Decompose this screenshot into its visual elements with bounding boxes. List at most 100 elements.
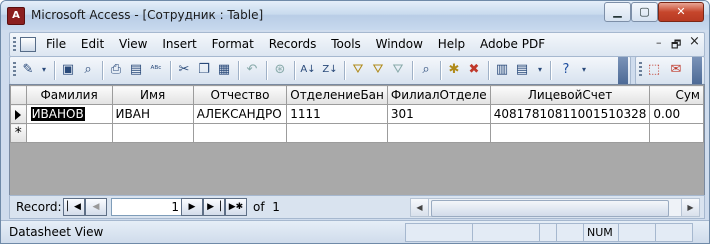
copy-icon[interactable]: ❐ (196, 62, 212, 78)
scroll-right-icon[interactable]: ▶ (681, 199, 699, 216)
help-icon[interactable]: ? (558, 62, 574, 78)
new-record-icon[interactable]: ✱ (446, 62, 462, 78)
table-document-icon[interactable] (20, 37, 36, 52)
hyperlink-icon[interactable]: ⊛ (272, 62, 288, 78)
cell-otdelenie[interactable]: 1111 (286, 104, 388, 124)
menu-help[interactable]: Help (438, 37, 465, 51)
menu-window[interactable]: Window (376, 37, 423, 51)
paste-icon[interactable]: ▦ (216, 62, 232, 78)
doc-restore-button[interactable]: 🗗 (671, 36, 681, 55)
doc-minimize-button[interactable]: – (656, 36, 662, 49)
search-file-icon[interactable]: ⌕ (80, 62, 96, 78)
filter-by-selection-icon[interactable]: ⛛ (350, 62, 366, 78)
toolbar-separator (550, 61, 551, 80)
pdf-icon[interactable]: ⬚ (646, 62, 662, 78)
toolbar-overflow-button[interactable] (692, 57, 702, 84)
cell-otchestvo[interactable]: АЛЕКСАНДРО (192, 104, 288, 124)
menu-file[interactable]: File (46, 37, 66, 51)
cell-sum[interactable]: 0.00 (649, 104, 704, 124)
sort-ascending-icon[interactable]: A↓ (300, 62, 316, 78)
scroll-left-icon[interactable]: ◀ (411, 199, 429, 216)
close-button[interactable]: ✕ (658, 2, 704, 22)
new-cell[interactable] (111, 123, 194, 143)
new-cell[interactable] (25, 123, 113, 143)
new-cell[interactable] (489, 123, 651, 143)
new-object-icon[interactable]: ▤ (514, 62, 530, 78)
cell-familiya[interactable]: ИВАНОВ (25, 104, 113, 124)
view-dropdown-icon[interactable]: ▾ (36, 62, 52, 78)
new-cell[interactable] (386, 123, 491, 143)
previous-record-button[interactable]: ◀ (85, 198, 107, 216)
status-panel (405, 223, 473, 242)
toolbar-separator (54, 61, 55, 80)
column-header-otchestvo[interactable]: Отчество (192, 85, 288, 105)
menu-items: File Edit View Insert Format Records Too… (46, 37, 556, 51)
cut-icon[interactable]: ✂ (176, 62, 192, 78)
new-cell[interactable] (649, 123, 704, 143)
menu-insert[interactable]: Insert (162, 37, 196, 51)
minimize-button[interactable]: ▁ (604, 2, 631, 22)
first-record-button[interactable]: ▏◀ (63, 198, 85, 216)
column-header-sum[interactable]: Сум (649, 85, 704, 105)
record-label: Record: (16, 200, 62, 214)
delete-record-icon[interactable]: ✖ (466, 62, 482, 78)
cell-imya[interactable]: ИВАН (111, 104, 194, 124)
doc-close-button[interactable]: × (689, 34, 700, 49)
record-selector[interactable] (10, 104, 27, 124)
print-icon[interactable]: ⎙ (108, 62, 124, 78)
sort-descending-icon[interactable]: Z↓ (322, 62, 338, 78)
menu-records[interactable]: Records (269, 37, 317, 51)
view-icon[interactable]: ✎ (20, 62, 36, 78)
menu-view[interactable]: View (119, 37, 147, 51)
toolbar-overflow-button[interactable] (618, 57, 628, 84)
menu-format[interactable]: Format (212, 37, 254, 51)
database-window-icon[interactable]: ▥ (494, 62, 510, 78)
horizontal-scrollbar[interactable]: ◀ ▶ (410, 198, 700, 217)
column-header-imya[interactable]: Имя (111, 85, 194, 105)
cell-filial[interactable]: 301 (386, 104, 491, 124)
toolbar-separator (102, 61, 103, 80)
help-dropdown-icon[interactable]: ▾ (576, 62, 592, 78)
menu-edit[interactable]: Edit (81, 37, 104, 51)
menu-adobe-pdf[interactable]: Adobe PDF (480, 37, 545, 51)
menu-bar: File Edit View Insert Format Records Too… (9, 32, 705, 57)
current-record-input[interactable]: 1 (111, 198, 183, 216)
cell-account[interactable]: 40817810811001510328 (489, 104, 651, 124)
pdf-email-icon[interactable]: ✉ (668, 62, 684, 78)
menu-tools[interactable]: Tools (331, 37, 361, 51)
filter-by-form-icon[interactable]: ⛛ (370, 62, 386, 78)
select-all-corner[interactable] (10, 85, 27, 105)
toolbar-separator (294, 61, 295, 80)
record-count: of 1 (253, 200, 280, 214)
find-icon[interactable]: ⌕ (418, 62, 434, 78)
toolbar-separator (266, 61, 267, 80)
column-header-filial[interactable]: ФилиалОтделе (386, 85, 491, 105)
next-record-button[interactable]: ▶ (181, 198, 203, 216)
status-panel (539, 223, 557, 242)
toolbar-grip[interactable] (13, 62, 16, 77)
num-lock-indicator: NUM (583, 223, 619, 242)
toolbar-grip[interactable] (639, 62, 642, 77)
menu-bar-grip[interactable] (13, 37, 16, 52)
scrollbar-thumb[interactable] (431, 200, 669, 217)
maximize-button[interactable]: ▢ (631, 2, 658, 22)
save-icon[interactable]: ▣ (60, 62, 76, 78)
status-bar: Datasheet View NUM (1, 220, 709, 243)
column-header-familiya[interactable]: Фамилия (25, 85, 113, 105)
new-record-icon[interactable]: * (10, 123, 27, 143)
new-cell[interactable] (286, 123, 388, 143)
status-panel (618, 223, 656, 242)
new-object-dropdown-icon[interactable]: ▾ (532, 62, 548, 78)
new-record-nav-button[interactable]: ▶✱ (225, 198, 247, 216)
print-preview-icon[interactable]: ▤ (128, 62, 144, 78)
apply-filter-icon[interactable]: ⛛ (390, 62, 406, 78)
undo-icon[interactable]: ↶ (244, 62, 260, 78)
last-record-button[interactable]: ▶▕ (203, 198, 225, 216)
column-header-account[interactable]: ЛицевойСчет (489, 85, 651, 105)
status-panel (556, 223, 584, 242)
column-header-otdelenie[interactable]: ОтделениеБан (286, 85, 388, 105)
spelling-icon[interactable]: ᴬᴮᶜ (148, 62, 164, 78)
title-bar[interactable]: A Microsoft Access - [Сотрудник : Table]… (1, 1, 709, 30)
new-cell[interactable] (192, 123, 288, 143)
pdf-toolbar: ⬚ ✉ (635, 56, 705, 85)
